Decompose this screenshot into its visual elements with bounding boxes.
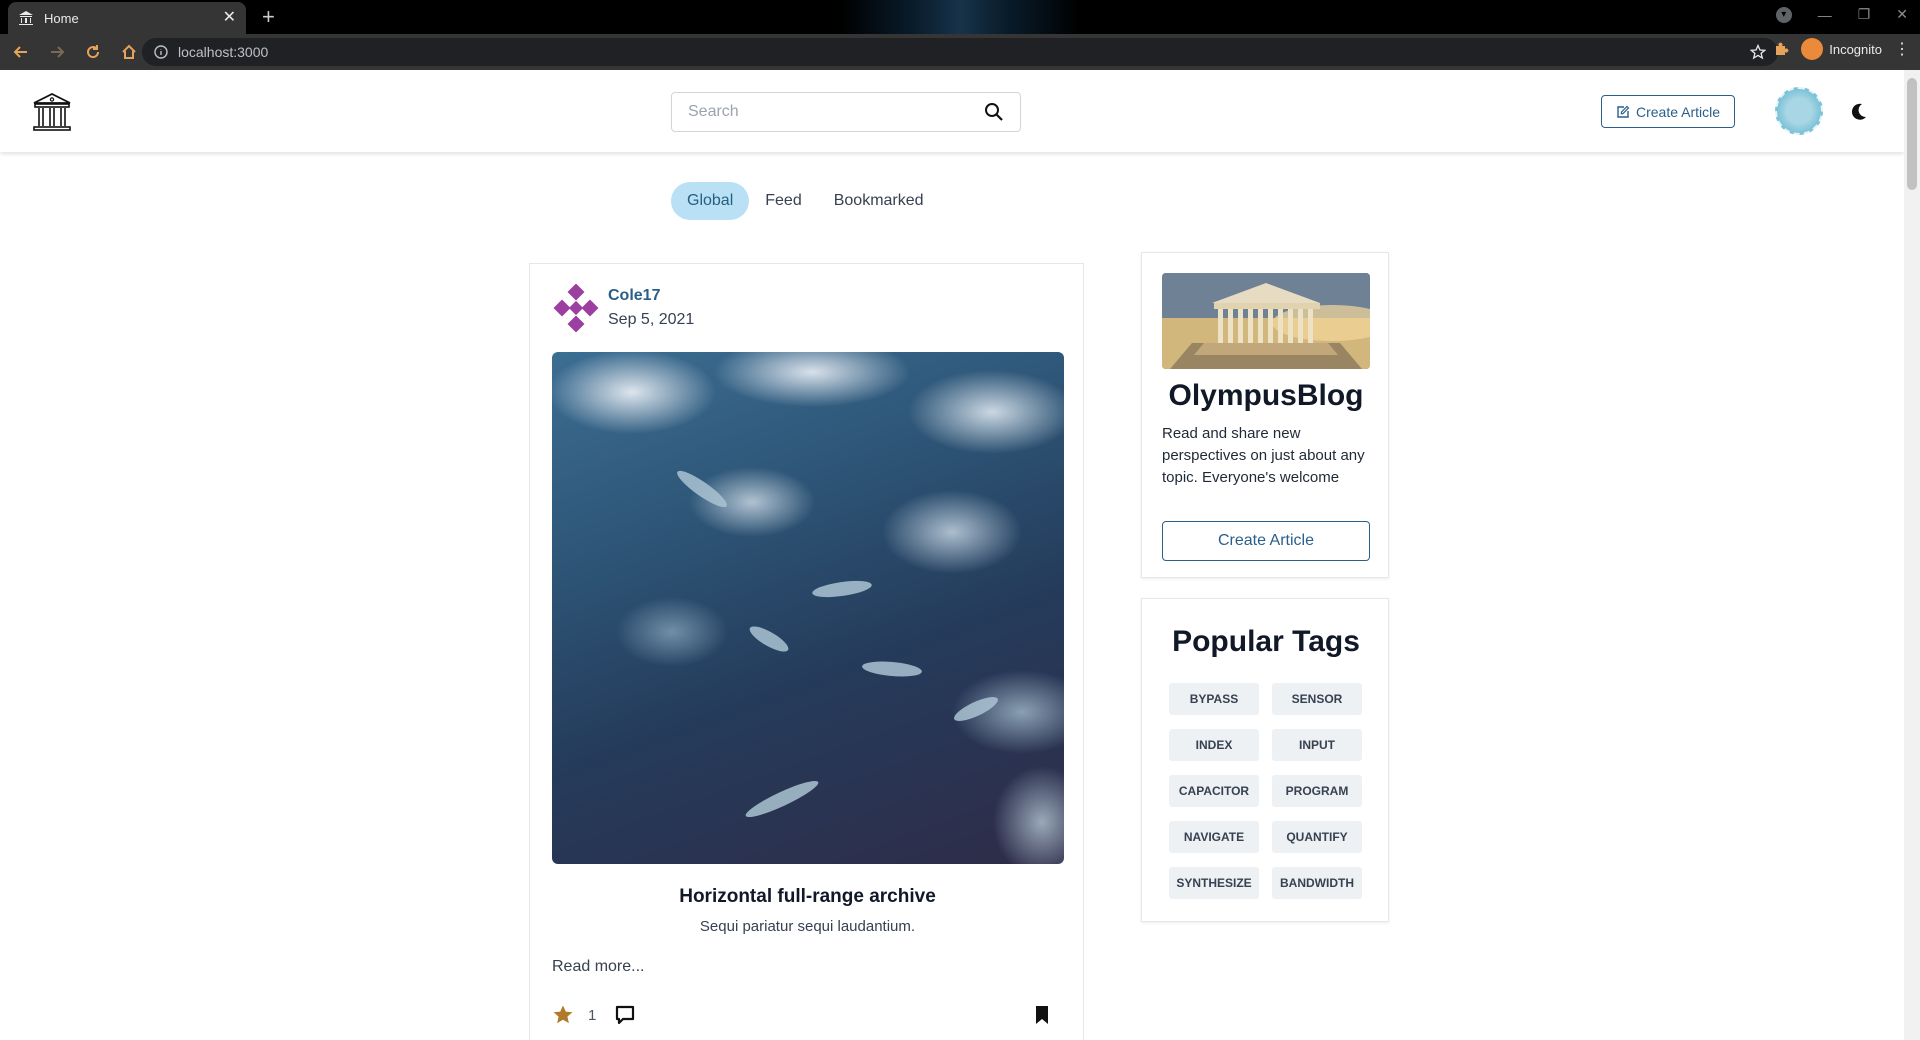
popular-tags-card: Popular Tags BYPASS SENSOR INDEX INPUT C… [1141, 598, 1389, 922]
bookmark-star-icon[interactable] [1750, 44, 1766, 60]
comment-icon[interactable] [614, 1004, 636, 1026]
site-navbar: Create Article [0, 70, 1904, 152]
fish-shape [951, 692, 1001, 726]
info-icon[interactable] [154, 45, 168, 59]
tag-capacitor[interactable]: CAPACITOR [1169, 775, 1259, 807]
home-icon [122, 44, 136, 59]
toolbar-right: Incognito ⋮ [1773, 38, 1910, 60]
fish-shape [861, 659, 923, 679]
minimize-icon[interactable]: — [1818, 7, 1832, 23]
tag-input[interactable]: INPUT [1272, 729, 1362, 761]
favorites-count: 1 [588, 1006, 597, 1024]
fish-shape [673, 466, 731, 512]
incognito-label: Incognito [1829, 41, 1882, 57]
page: Create Article Global Feed Bookmarked Co… [0, 70, 1904, 1040]
search-box [671, 92, 1021, 132]
article-author: Cole17 Sep 5, 2021 [552, 284, 694, 332]
article-card: Cole17 Sep 5, 2021 Horizontal full-range… [529, 263, 1084, 1040]
fish-shape [811, 577, 873, 601]
back-arrow-icon [13, 46, 27, 58]
temple-logo-icon[interactable] [30, 90, 74, 134]
browser-tab[interactable]: Home ✕ [8, 2, 246, 34]
tab-search-icon[interactable]: ▾ [1775, 6, 1792, 23]
reload-button[interactable] [78, 37, 108, 67]
tag-sensor[interactable]: SENSOR [1272, 683, 1362, 715]
forward-arrow-icon [51, 46, 65, 58]
blog-info-card: OlympusBlog Read and share new perspecti… [1141, 252, 1389, 578]
restore-icon[interactable]: ❐ [1858, 6, 1871, 23]
tag-quantify[interactable]: QUANTIFY [1272, 821, 1362, 853]
search-input[interactable] [688, 103, 984, 121]
browser-menu-icon[interactable]: ⋮ [1894, 39, 1910, 59]
back-button[interactable] [6, 37, 36, 67]
article-actions: 1 [552, 1004, 1064, 1026]
feed-tabs: Global Feed Bookmarked [671, 182, 940, 220]
tag-synthesize[interactable]: SYNTHESIZE [1169, 867, 1259, 899]
blog-description: Read and share new perspectives on just … [1162, 425, 1365, 486]
search-icon[interactable] [984, 102, 1004, 122]
url-text: localhost:3000 [178, 44, 269, 60]
create-article-label: Create Article [1635, 103, 1721, 120]
browser-titlebar: Home ✕ + ▾ — ❐ ✕ [0, 0, 1920, 34]
tag-bypass[interactable]: BYPASS [1169, 683, 1259, 715]
tag-navigate[interactable]: NAVIGATE [1169, 821, 1259, 853]
edit-icon [1617, 105, 1630, 118]
blog-name: OlympusBlog [1168, 379, 1364, 412]
bookmark-icon[interactable] [1034, 1005, 1050, 1025]
user-avatar[interactable] [1775, 87, 1823, 135]
read-more-link[interactable]: Read more... [552, 958, 644, 976]
create-article-button[interactable]: Create Article [1601, 95, 1735, 128]
home-button[interactable] [114, 37, 144, 67]
tag-list: BYPASS SENSOR INDEX INPUT CAPACITOR PROG… [1169, 683, 1362, 899]
dark-mode-moon-icon[interactable] [1848, 102, 1868, 122]
article-cover-image[interactable] [552, 352, 1064, 864]
temple-favicon-icon [19, 11, 33, 25]
close-tab-icon[interactable]: ✕ [223, 10, 236, 26]
browser-toolbar: localhost:3000 Incognito ⋮ [0, 34, 1920, 70]
forward-button[interactable] [42, 37, 72, 67]
tab-feed[interactable]: Feed [749, 182, 817, 220]
page-scrollbar[interactable] [1904, 70, 1920, 1040]
scrollbar-thumb[interactable] [1907, 78, 1917, 190]
fish-shape [746, 621, 792, 657]
extensions-icon[interactable] [1773, 41, 1789, 57]
temple-image [1162, 273, 1370, 369]
popular-tags-title: Popular Tags [1172, 625, 1360, 658]
author-avatar[interactable] [552, 284, 600, 332]
fish-shape [742, 775, 822, 823]
tab-title: Home [44, 10, 79, 26]
author-name-link[interactable]: Cole17 [608, 287, 694, 305]
reload-icon [87, 45, 100, 59]
tag-index[interactable]: INDEX [1169, 729, 1259, 761]
article-description: Sequi pariatur sequi laudantium. [699, 918, 916, 935]
incognito-indicator[interactable]: Incognito [1801, 38, 1882, 60]
tab-bookmarked[interactable]: Bookmarked [818, 182, 940, 220]
favorite-star-icon[interactable] [552, 1004, 574, 1026]
article-date: Sep 5, 2021 [608, 311, 695, 328]
article-title[interactable]: Horizontal full-range archive [530, 886, 1085, 908]
tab-global[interactable]: Global [671, 182, 750, 220]
sidebar-create-article-button[interactable]: Create Article [1162, 521, 1370, 561]
address-bar[interactable]: localhost:3000 [142, 38, 1778, 66]
wallpaper-glow [840, 0, 1080, 34]
tag-program[interactable]: PROGRAM [1272, 775, 1362, 807]
close-window-icon[interactable]: ✕ [1896, 6, 1908, 23]
tag-bandwidth[interactable]: BANDWIDTH [1272, 867, 1362, 899]
new-tab-button[interactable]: + [262, 6, 275, 28]
incognito-icon [1801, 38, 1824, 60]
window-controls: ▾ — ❐ ✕ [1775, 6, 1908, 23]
